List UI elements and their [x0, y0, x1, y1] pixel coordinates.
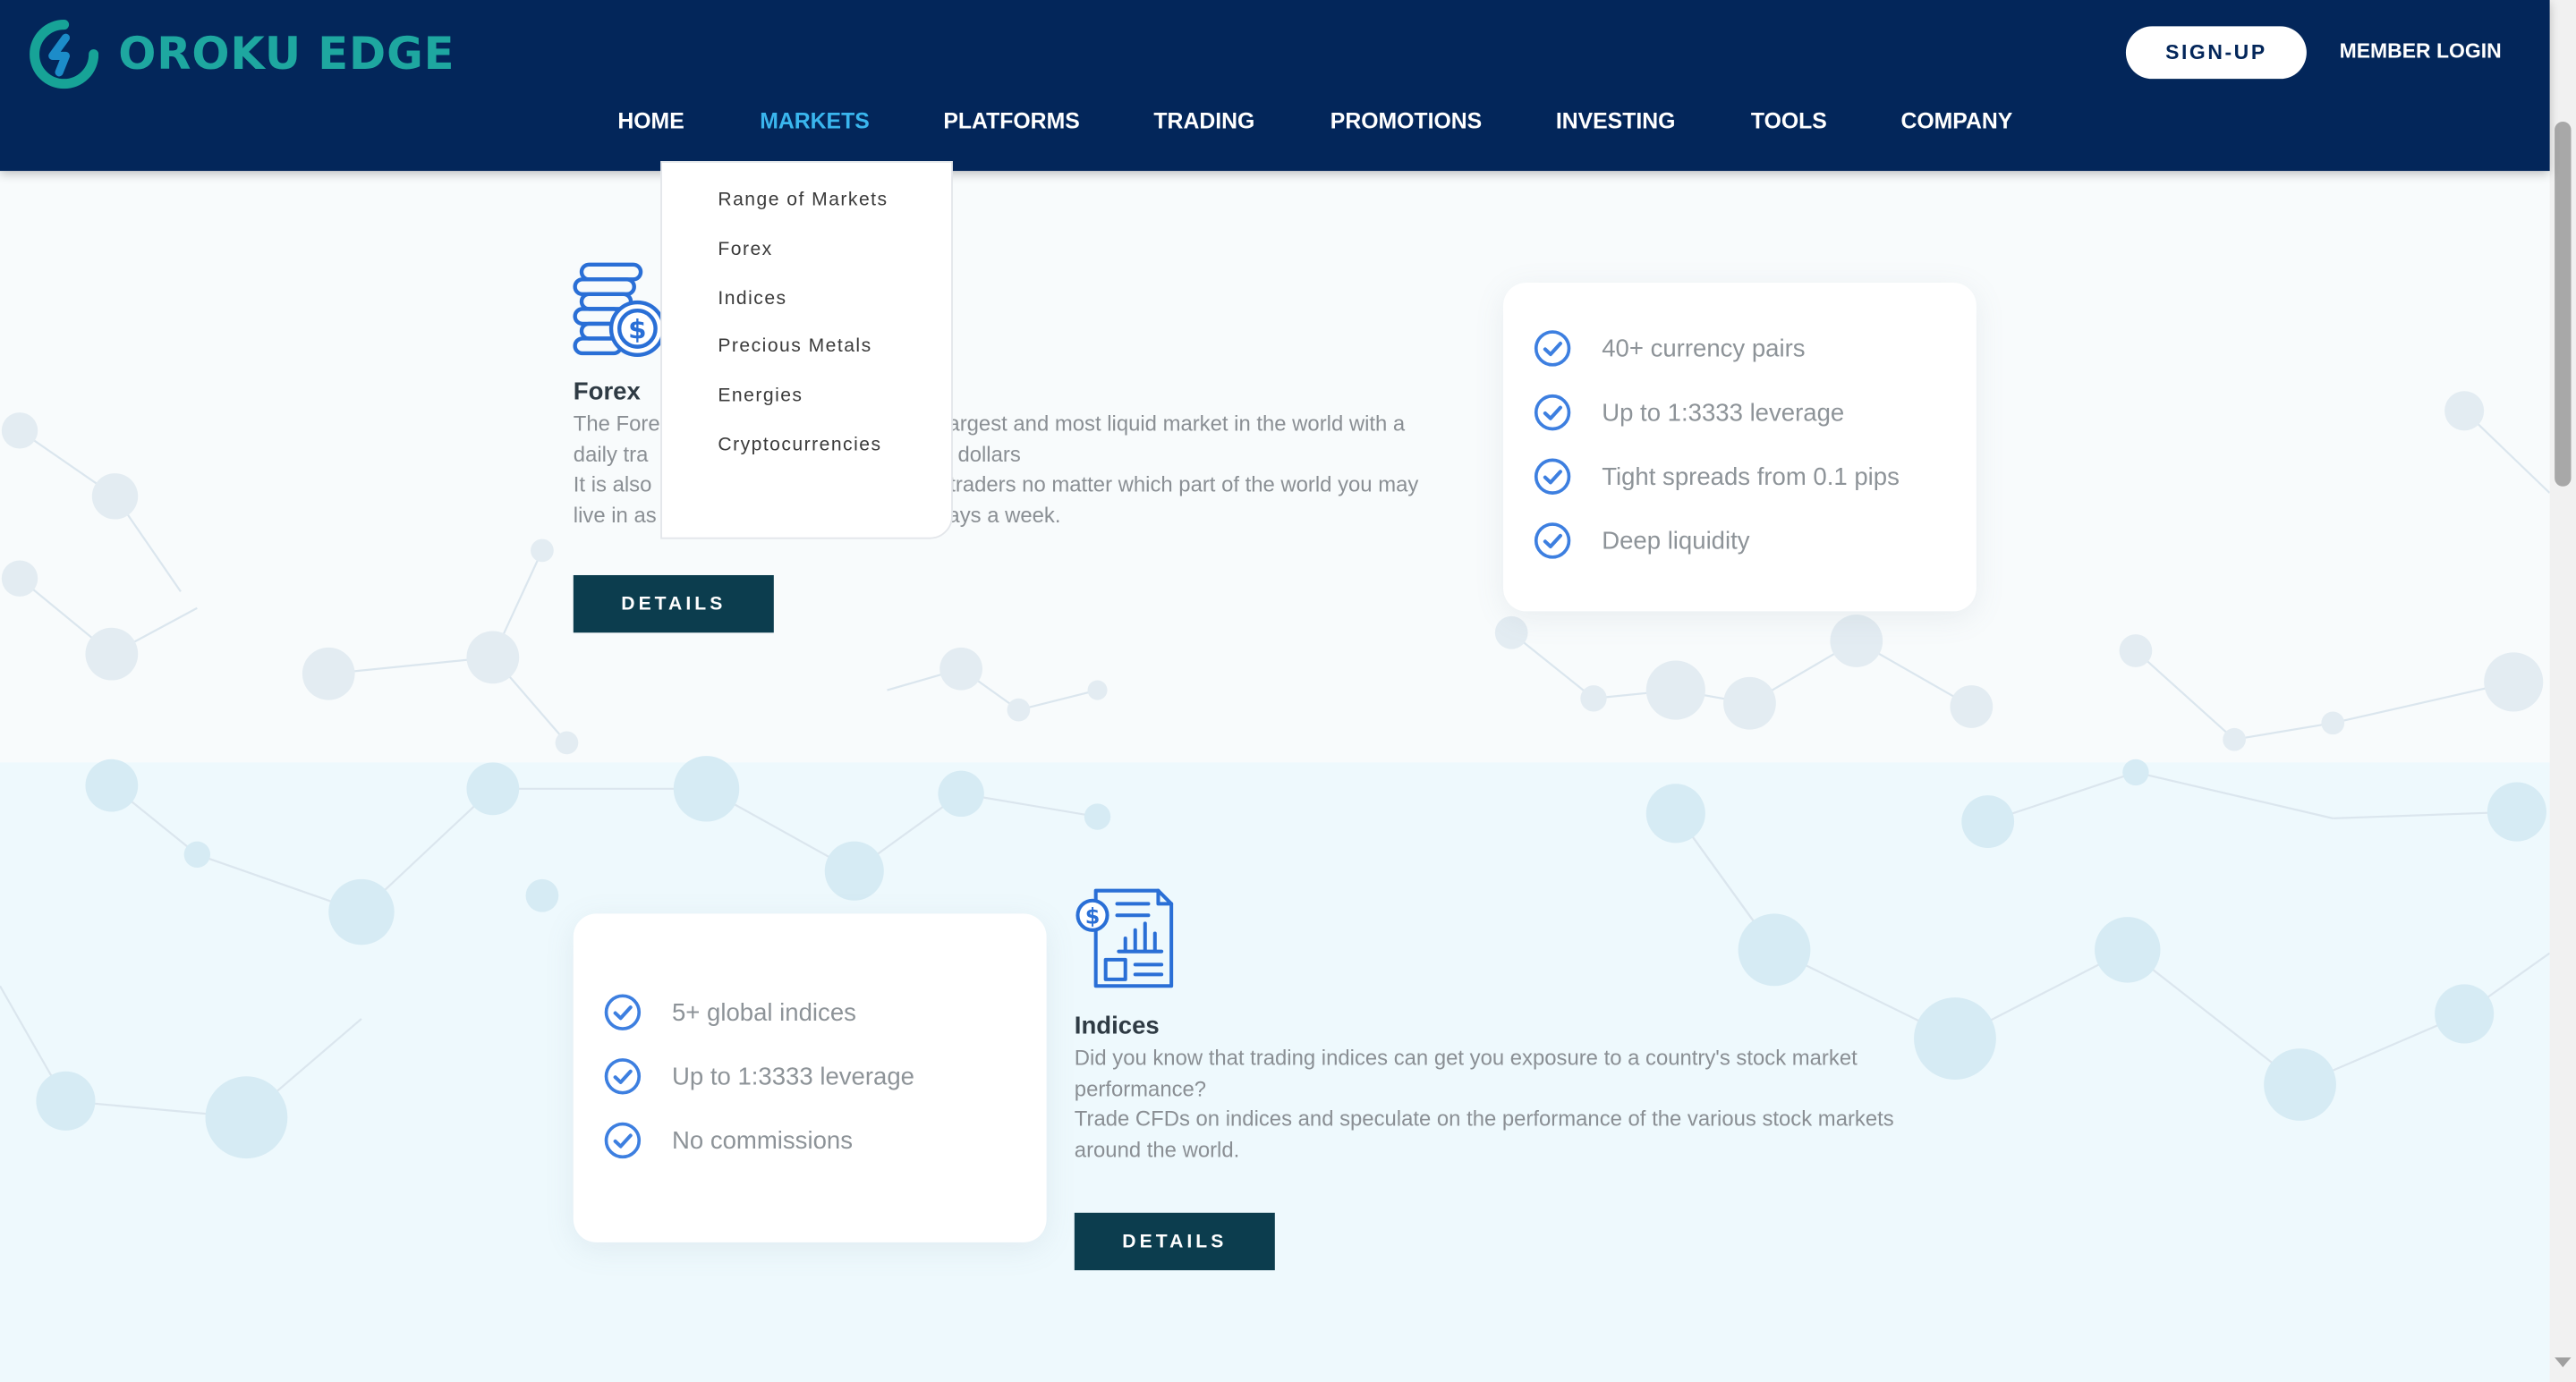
nav-item-platforms[interactable]: PLATFORMS — [943, 108, 1079, 133]
dropdown-item-precious-metals[interactable]: Precious Metals — [662, 333, 951, 382]
feature-label: 40+ currency pairs — [1602, 334, 1806, 363]
network-background — [0, 391, 2550, 1159]
feature-item: Up to 1:3333 leverage — [1533, 393, 1844, 432]
signup-button[interactable]: SIGN-UP — [2125, 26, 2307, 80]
desc-line: argest and most liquid market in the wor… — [948, 411, 1406, 436]
report-chart-icon: $ — [1075, 888, 1174, 988]
coins-dollar-icon: $ — [573, 262, 664, 358]
desc-line: live in as — [573, 502, 657, 528]
feature-label: No commissions — [671, 1126, 853, 1155]
nav-item-promotions[interactable]: PROMOTIONS — [1331, 108, 1482, 133]
desc-line: Trade CFDs on indices and speculate on t… — [1074, 1106, 1894, 1132]
desc-line: Did you know that trading indices can ge… — [1074, 1045, 1858, 1070]
check-circle-icon — [604, 994, 642, 1030]
desc-line: daily tra — [573, 441, 649, 466]
logo[interactable]: OROKU EDGE — [30, 20, 455, 89]
feature-label: Deep liquidity — [1602, 526, 1750, 555]
feature-label: Up to 1:3333 leverage — [1602, 398, 1845, 427]
svg-text:$: $ — [1085, 903, 1101, 928]
dropdown-item-cryptocurrencies[interactable]: Cryptocurrencies — [662, 430, 951, 479]
indices-features-card: 5+ global indices Up to 1:3333 leverage … — [573, 913, 1047, 1242]
desc-line: performance? — [1074, 1075, 1207, 1101]
feature-label: 5+ global indices — [671, 998, 856, 1027]
logo-icon — [30, 20, 99, 89]
check-circle-icon — [1534, 458, 1571, 495]
feature-label: Tight spreads from 0.1 pips — [1602, 462, 1900, 491]
brand-name: OROKU EDGE — [118, 29, 455, 81]
feature-item: Deep liquidity — [1533, 521, 1750, 560]
forex-title: Forex — [573, 377, 641, 406]
nav-item-investing[interactable]: INVESTING — [1556, 108, 1676, 133]
main-nav: HOME MARKETS PLATFORMS TRADING PROMOTION… — [617, 108, 2012, 133]
dropdown-item-indices[interactable]: Indices — [662, 284, 951, 333]
desc-line: ays a week. — [948, 502, 1061, 528]
check-circle-icon — [604, 1122, 642, 1159]
page-scrollbar[interactable] — [2549, 0, 2576, 1382]
indices-title: Indices — [1074, 1012, 1160, 1040]
desc-line: traders no matter which part of the worl… — [949, 471, 1419, 497]
member-login-link[interactable]: MEMBER LOGIN — [2340, 39, 2502, 63]
feature-item: 5+ global indices — [603, 993, 856, 1032]
nav-item-company[interactable]: COMPANY — [1900, 108, 2012, 133]
page: OROKU EDGE SIGN-UP MEMBER LOGIN HOME MAR… — [0, 0, 2576, 1382]
nav-item-tools[interactable]: TOOLS — [1751, 108, 1827, 133]
dropdown-item-energies[interactable]: Energies — [662, 382, 951, 431]
feature-item: 40+ currency pairs — [1533, 328, 1806, 368]
desc-line: around the world. — [1074, 1136, 1240, 1162]
feature-item: No commissions — [603, 1121, 853, 1160]
check-circle-icon — [1534, 330, 1571, 367]
nav-item-trading[interactable]: TRADING — [1153, 108, 1254, 133]
dropdown-item-forex[interactable]: Forex — [662, 234, 951, 284]
check-circle-icon — [1534, 522, 1571, 559]
feature-label: Up to 1:3333 leverage — [671, 1062, 914, 1090]
forex-details-button[interactable]: DETAILS — [573, 574, 774, 633]
feature-item: Up to 1:3333 leverage — [603, 1056, 914, 1096]
feature-item: Tight spreads from 0.1 pips — [1533, 457, 1900, 496]
check-circle-icon — [604, 1058, 642, 1095]
desc-line: dollars — [957, 441, 1021, 466]
desc-line: The Fore — [573, 411, 660, 436]
scroll-down-arrow-icon[interactable] — [2555, 1357, 2572, 1368]
scrollbar-thumb[interactable] — [2555, 121, 2572, 487]
check-circle-icon — [1534, 394, 1571, 431]
site-header: OROKU EDGE SIGN-UP MEMBER LOGIN HOME MAR… — [0, 0, 2550, 172]
indices-details-button[interactable]: DETAILS — [1074, 1212, 1275, 1271]
forex-features-card: 40+ currency pairs Up to 1:3333 leverage… — [1503, 282, 1977, 612]
dropdown-item-range-of-markets[interactable]: Range of Markets — [662, 186, 951, 235]
indices-description: Did you know that trading indices can ge… — [1075, 1044, 1994, 1166]
svg-text:$: $ — [628, 314, 646, 344]
nav-item-markets[interactable]: MARKETS — [760, 108, 870, 133]
markets-dropdown-menu: Range of Markets Forex Indices Precious … — [660, 161, 953, 539]
desc-line: It is also — [573, 471, 652, 497]
nav-item-home[interactable]: HOME — [617, 108, 684, 133]
